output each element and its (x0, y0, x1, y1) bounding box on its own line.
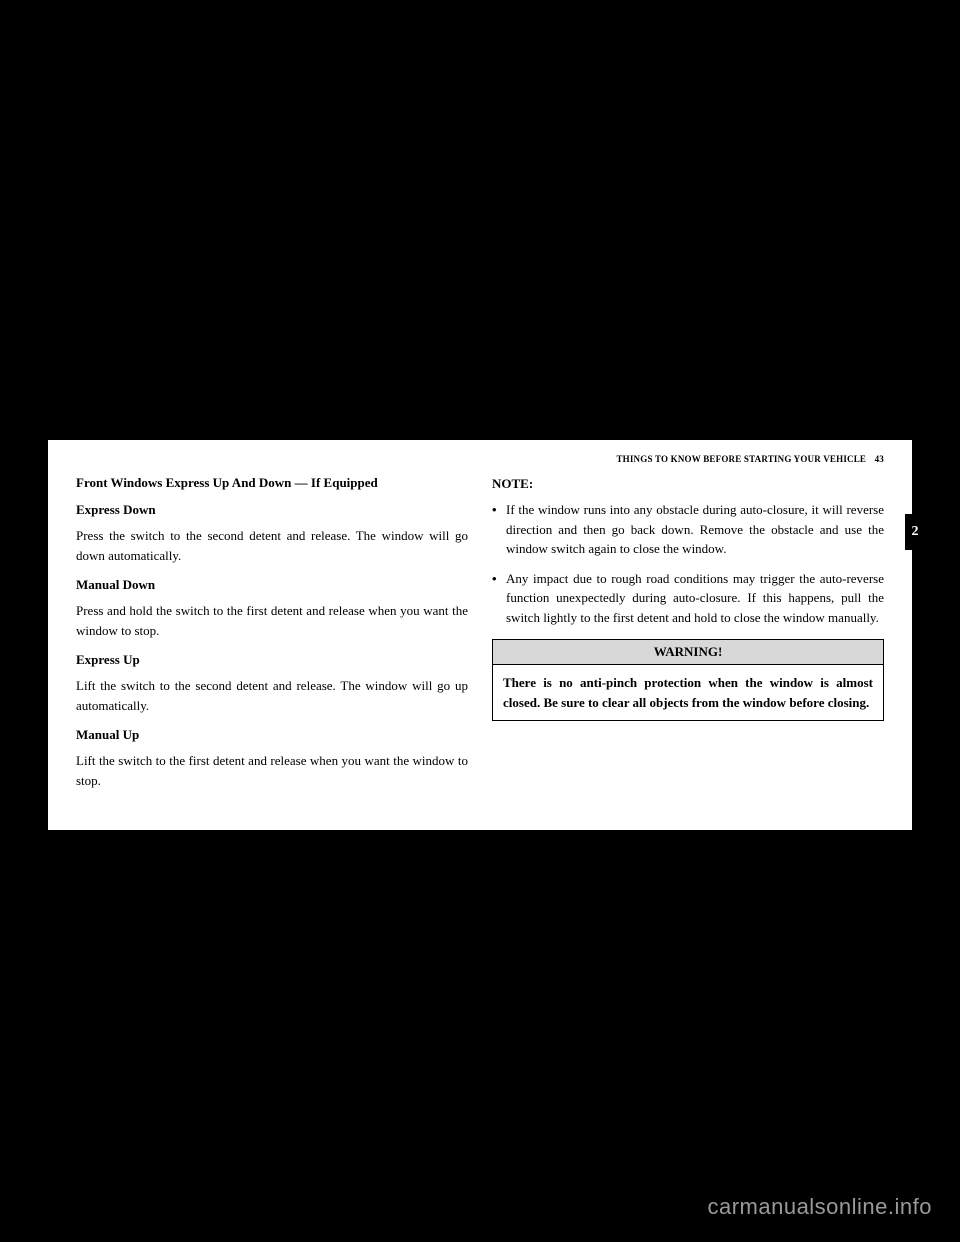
manual-page: Front Windows Express Up And Down — If E… (48, 440, 912, 830)
page-number: 43 (875, 454, 884, 464)
body-express-down: Press the switch to the second detent an… (76, 526, 468, 565)
body-express-up: Lift the switch to the second detent and… (76, 676, 468, 715)
section-title: Front Windows Express Up And Down — If E… (76, 474, 468, 492)
subheading-manual-down: Manual Down (76, 577, 468, 593)
warning-body: There is no anti-pinch protection when t… (493, 665, 883, 720)
chapter-tab: 2 (905, 514, 925, 550)
bullet-item: Any impact due to rough road conditions … (492, 569, 884, 628)
header-section-title: THINGS TO KNOW BEFORE STARTING YOUR VEHI… (616, 454, 866, 464)
subheading-manual-up: Manual Up (76, 727, 468, 743)
note-bullets: If the window runs into any obstacle dur… (492, 500, 884, 627)
body-manual-up: Lift the switch to the first detent and … (76, 751, 468, 790)
body-manual-down: Press and hold the switch to the first d… (76, 601, 468, 640)
page-header: THINGS TO KNOW BEFORE STARTING YOUR VEHI… (492, 454, 884, 464)
note-label: NOTE: (492, 476, 884, 492)
right-column: THINGS TO KNOW BEFORE STARTING YOUR VEHI… (492, 454, 884, 802)
subheading-express-down: Express Down (76, 502, 468, 518)
subheading-express-up: Express Up (76, 652, 468, 668)
bullet-item: If the window runs into any obstacle dur… (492, 500, 884, 559)
warning-box: WARNING! There is no anti-pinch protecti… (492, 639, 884, 721)
left-column: Front Windows Express Up And Down — If E… (76, 454, 468, 802)
warning-title: WARNING! (493, 640, 883, 665)
watermark: carmanualsonline.info (707, 1194, 932, 1220)
